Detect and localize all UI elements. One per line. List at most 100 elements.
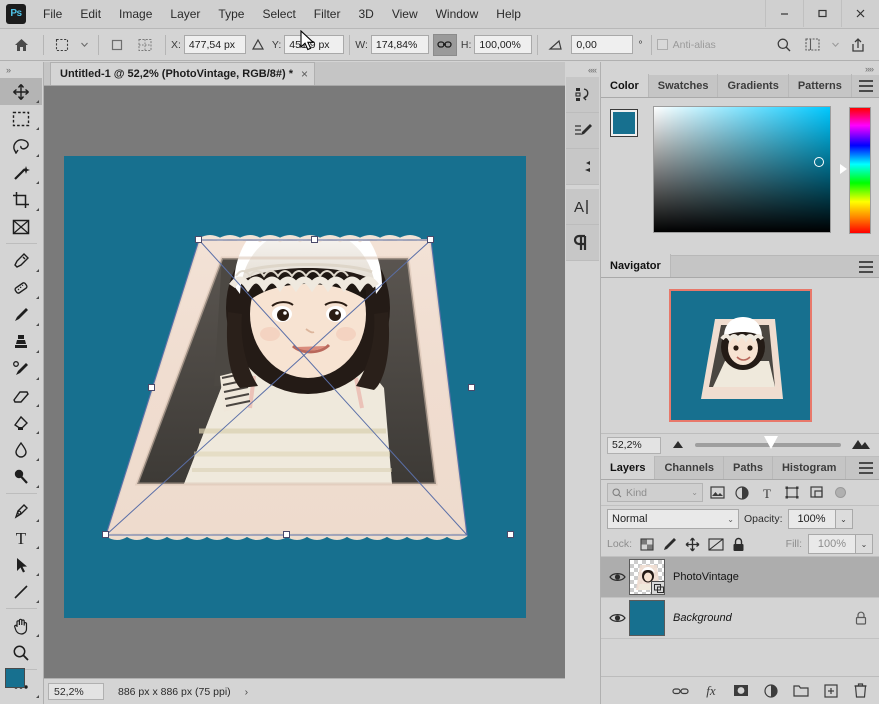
lock-all-icon[interactable] [730, 536, 747, 553]
navigator-preview-area[interactable] [601, 278, 879, 433]
chevron-down-icon[interactable]: ⌄ [691, 488, 698, 497]
opacity-input[interactable]: 100% [787, 509, 836, 529]
menu-item-edit[interactable]: Edit [71, 0, 110, 29]
transform-handle-middle-left[interactable] [148, 384, 155, 391]
angle-input[interactable]: 0,00 [571, 35, 634, 54]
rotate-angle-icon[interactable] [543, 33, 569, 57]
canvas-area[interactable] [44, 86, 565, 678]
layer-name[interactable]: PhotoVintage [673, 571, 739, 583]
dodge-tool[interactable] [0, 463, 42, 490]
transform-handle-bottom-center[interactable] [283, 531, 290, 538]
filter-type-icon[interactable]: T [756, 483, 778, 503]
reference-grid-icon[interactable] [132, 33, 158, 57]
transform-handle-top-center[interactable] [311, 236, 318, 243]
status-zoom-field[interactable]: 52,2% [48, 683, 104, 700]
layer-name[interactable]: Background [673, 612, 732, 624]
layer-filter-kind-select[interactable]: Kind ⌄ [607, 483, 703, 502]
line-tool[interactable] [0, 578, 42, 605]
filter-smart-object-icon[interactable] [806, 483, 828, 503]
close-icon[interactable]: × [301, 67, 308, 81]
menu-item-view[interactable]: View [383, 0, 427, 29]
x-input[interactable]: 477,54 px [183, 35, 246, 54]
tab-histogram[interactable]: Histogram [773, 456, 847, 479]
antialias-checkbox[interactable] [656, 39, 668, 50]
path-selection-tool[interactable] [0, 551, 42, 578]
transform-handle-top-left[interactable] [195, 236, 202, 243]
workspace-chevron-down-icon[interactable] [827, 33, 843, 57]
tools-panel-grip[interactable]: » [0, 62, 43, 78]
blend-mode-select[interactable]: Normal ⌄ [607, 509, 739, 529]
arrange-documents-icon[interactable] [799, 33, 825, 57]
filter-pixel-icon[interactable] [706, 483, 728, 503]
hue-slider[interactable] [849, 107, 871, 234]
eraser-tool[interactable] [0, 382, 42, 409]
lock-transparent-pixels-icon[interactable] [638, 536, 655, 553]
paragraph-panel-icon[interactable] [566, 225, 599, 261]
close-button[interactable] [841, 0, 879, 27]
menu-item-help[interactable]: Help [487, 0, 530, 29]
gradient-tool[interactable] [0, 409, 42, 436]
navigator-thumbnail[interactable] [668, 289, 812, 422]
layer-style-button[interactable]: fx [702, 682, 719, 699]
fill-input[interactable]: 100% [808, 534, 856, 554]
foreground-color-swatch[interactable] [610, 109, 638, 137]
tab-navigator[interactable]: Navigator [601, 254, 671, 277]
menu-item-layer[interactable]: Layer [161, 0, 209, 29]
table-row[interactable]: PhotoVintage [601, 557, 879, 598]
color-field-cursor[interactable] [814, 157, 824, 167]
layer-thumbnail[interactable] [629, 559, 665, 595]
spot-healing-tool[interactable] [0, 274, 42, 301]
navigator-zoom-input[interactable]: 52,2% [607, 436, 661, 454]
opacity-chevron-down-icon[interactable]: ⌄ [835, 509, 853, 529]
minimize-button[interactable] [765, 0, 803, 27]
brushes-panel-icon[interactable] [566, 149, 599, 185]
history-brush-tool[interactable] [0, 355, 42, 382]
color-field[interactable] [653, 106, 831, 233]
share-icon[interactable] [845, 33, 871, 57]
lock-image-pixels-icon[interactable] [661, 536, 678, 553]
transform-handle-top-right[interactable] [427, 236, 434, 243]
lock-position-icon[interactable] [684, 536, 701, 553]
character-panel-icon[interactable]: A [566, 189, 599, 225]
filter-toggle-switch[interactable] [835, 487, 846, 498]
height-input[interactable]: 100,00% [474, 35, 533, 54]
width-input[interactable]: 174,84% [370, 35, 429, 54]
tab-paths[interactable]: Paths [724, 456, 773, 479]
zoom-in-icon[interactable] [851, 437, 871, 453]
reference-point-icon[interactable] [104, 33, 130, 57]
new-group-button[interactable] [792, 682, 809, 699]
transform-handle-middle-right[interactable] [468, 384, 475, 391]
marquee-tool[interactable] [0, 105, 42, 132]
layer-mask-button[interactable] [732, 682, 749, 699]
panel-menu-icon[interactable] [859, 80, 873, 92]
tab-swatches[interactable]: Swatches [649, 74, 719, 97]
foreground-color-swatch[interactable] [5, 668, 25, 688]
chevron-down-icon[interactable] [77, 33, 91, 57]
layer-visibility-eye-icon[interactable] [605, 612, 629, 624]
transform-handle-bottom-left[interactable] [102, 531, 109, 538]
adjustment-layer-button[interactable] [762, 682, 779, 699]
link-layers-button[interactable] [672, 682, 689, 699]
blur-tool[interactable] [0, 436, 42, 463]
clone-stamp-tool[interactable] [0, 328, 42, 355]
y-input[interactable]: 451,9 px [284, 35, 345, 54]
panel-menu-icon[interactable] [859, 462, 873, 474]
layer-visibility-eye-icon[interactable] [605, 571, 629, 583]
history-panel-icon[interactable] [566, 77, 599, 113]
menu-item-filter[interactable]: Filter [305, 0, 350, 29]
menu-item-window[interactable]: Window [427, 0, 488, 29]
menu-item-type[interactable]: Type [209, 0, 253, 29]
lasso-tool[interactable] [0, 132, 42, 159]
free-transform-icon[interactable] [49, 33, 75, 57]
hand-tool[interactable] [0, 612, 42, 639]
magic-wand-tool[interactable] [0, 159, 42, 186]
home-icon[interactable] [6, 33, 36, 57]
move-tool[interactable] [0, 78, 42, 105]
document-tab[interactable]: Untitled-1 @ 52,2% (PhotoVintage, RGB/8#… [50, 62, 316, 85]
new-layer-button[interactable] [822, 682, 839, 699]
menu-item-file[interactable]: File [34, 0, 71, 29]
type-tool[interactable]: T [0, 524, 42, 551]
fill-chevron-down-icon[interactable]: ⌄ [856, 534, 873, 554]
transformed-photo-layer[interactable] [44, 86, 565, 678]
delete-layer-button[interactable] [852, 682, 869, 699]
